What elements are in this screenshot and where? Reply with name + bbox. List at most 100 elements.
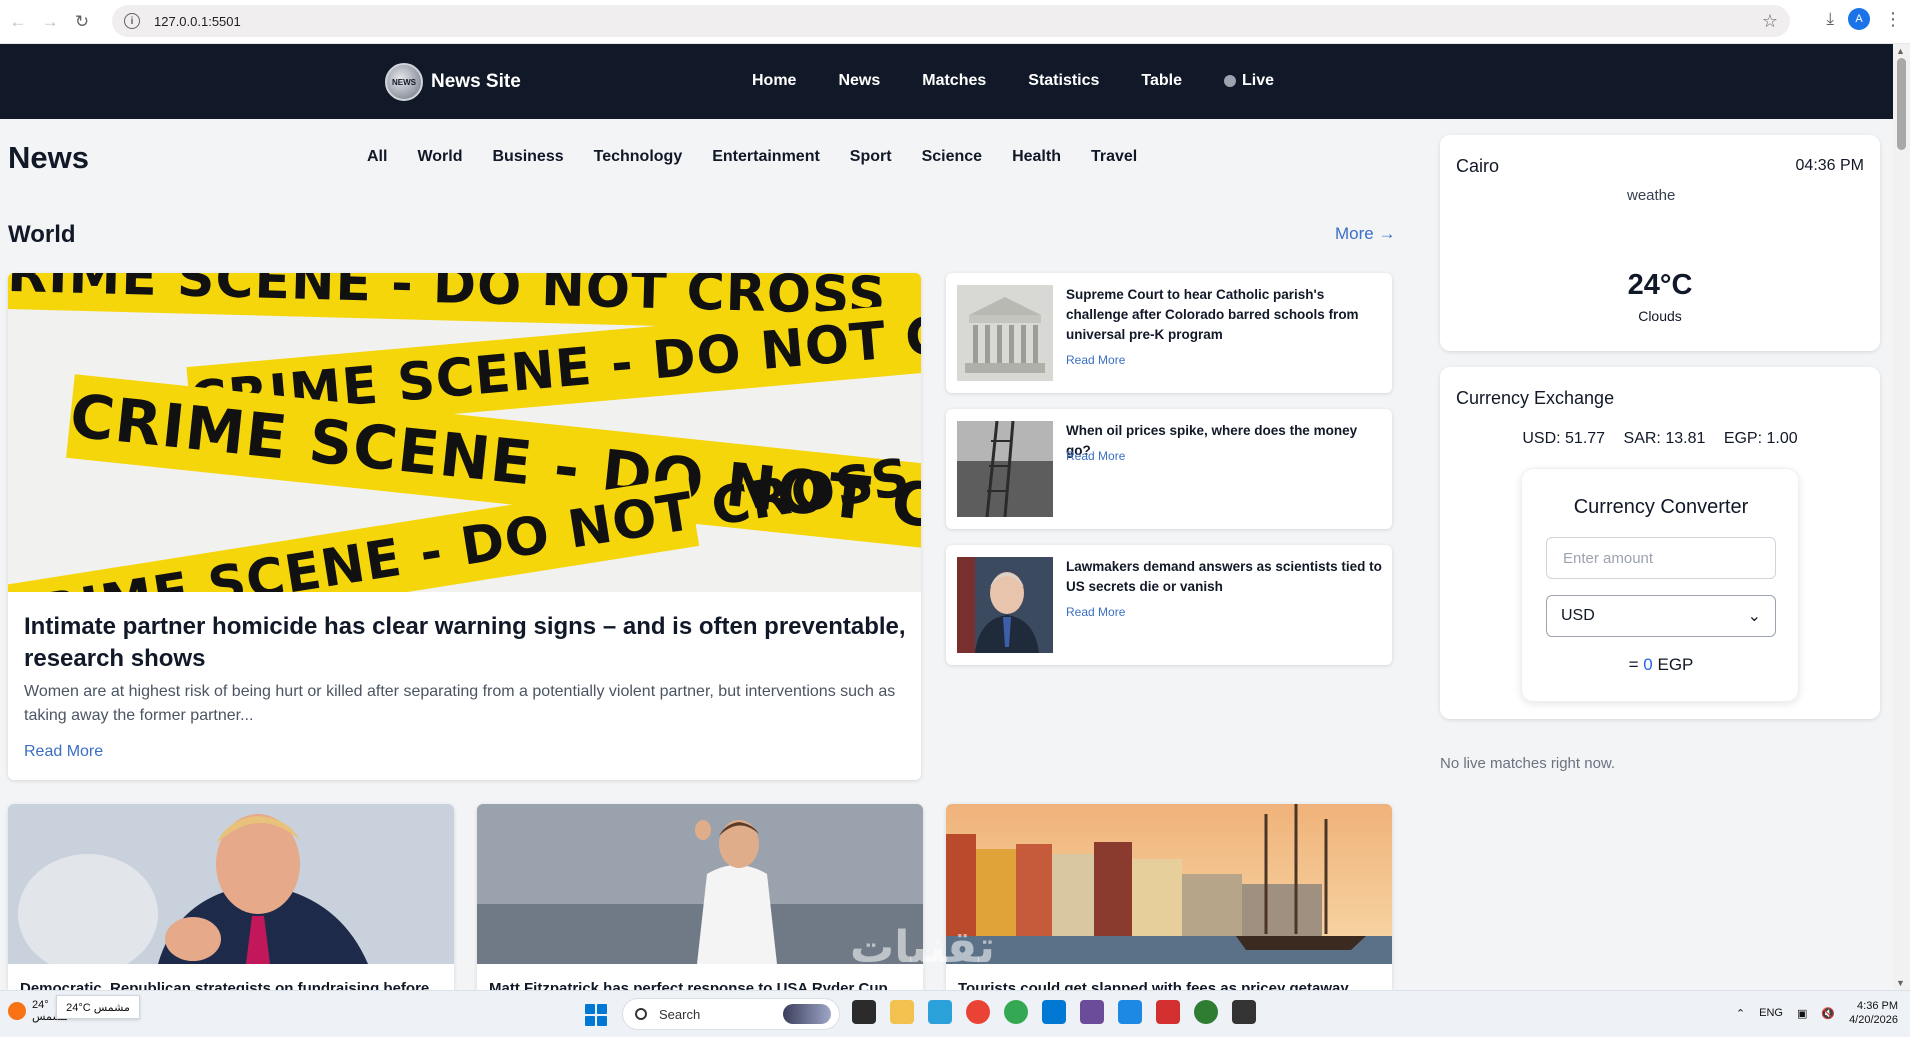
nav-home[interactable]: Home xyxy=(752,72,796,90)
category-science[interactable]: Science xyxy=(922,148,982,166)
weather-temperature: 24°C xyxy=(1627,269,1693,301)
taskbar-search[interactable]: Search xyxy=(622,998,840,1030)
article-title[interactable]: Tourists could get slapped with fees as … xyxy=(958,980,1388,990)
site-header: NEWS News Site Home News Matches Statist… xyxy=(0,44,1893,119)
side-article-title[interactable]: Lawmakers demand answers as scientists t… xyxy=(1066,557,1382,597)
more-link[interactable]: More → xyxy=(1335,224,1395,244)
nav-statistics[interactable]: Statistics xyxy=(1028,72,1099,90)
side-read-more-link[interactable]: Read More xyxy=(1066,353,1125,367)
chrome-profile-icon[interactable] xyxy=(1004,1000,1028,1024)
bookmark-star-icon[interactable]: ☆ xyxy=(1762,11,1778,32)
mongodb-icon[interactable] xyxy=(1194,1000,1218,1024)
file-explorer-icon[interactable] xyxy=(890,1000,914,1024)
category-sport[interactable]: Sport xyxy=(850,148,892,166)
address-bar[interactable]: i 127.0.0.1:5501 ☆ xyxy=(112,5,1790,37)
result-prefix: = xyxy=(1628,655,1639,674)
oil-prices-thumbnail xyxy=(957,421,1053,517)
currency-converter: Currency Converter USD ⌄ = 0 EGP xyxy=(1521,468,1799,702)
category-all[interactable]: All xyxy=(367,148,387,166)
scroll-up-icon[interactable]: ▲ xyxy=(1896,46,1905,56)
weather-tooltip: 24°C مشمس xyxy=(56,995,140,1019)
volume-muted-icon[interactable]: 🔇 xyxy=(1821,1007,1835,1020)
language-indicator[interactable]: ENG xyxy=(1759,1007,1783,1019)
brand[interactable]: NEWS News Site xyxy=(385,63,521,101)
category-world[interactable]: World xyxy=(417,148,462,166)
brand-name[interactable]: News Site xyxy=(431,71,521,93)
side-read-more-link[interactable]: Read More xyxy=(1066,449,1125,463)
forward-icon[interactable]: → xyxy=(36,8,64,36)
weather-time: 04:36 PM xyxy=(1795,157,1864,174)
crime-tape-strip: CRIME SCENE - DO NOT CROSS xyxy=(8,447,914,592)
article-card[interactable]: Democratic, Republican strategists on fu… xyxy=(8,804,454,990)
url-text[interactable]: 127.0.0.1:5501 xyxy=(154,14,241,29)
taskbar-search-label: Search xyxy=(659,1006,701,1022)
currency-select[interactable]: USD ⌄ xyxy=(1546,595,1776,637)
rate-egp: EGP: 1.00 xyxy=(1723,430,1798,447)
browser-menu-icon[interactable]: ⋮ xyxy=(1884,9,1902,30)
globe-logo-icon: NEWS xyxy=(385,63,423,101)
vscode-icon[interactable] xyxy=(1042,1000,1066,1024)
nav-news[interactable]: News xyxy=(838,72,880,90)
side-read-more-link[interactable]: Read More xyxy=(1066,605,1125,619)
archive-app-icon[interactable] xyxy=(1080,1000,1104,1024)
category-entertainment[interactable]: Entertainment xyxy=(712,148,820,166)
lawmakers-thumbnail xyxy=(957,557,1053,653)
nav-live-label: Live xyxy=(1242,72,1275,89)
article-image xyxy=(8,804,454,964)
featured-article-image[interactable]: CRIME SCENE - DO NOT CROSS CRIME SCENE -… xyxy=(8,273,921,592)
download-icon[interactable]: ⤓ xyxy=(1826,9,1834,29)
currency-select-value: USD xyxy=(1561,607,1595,624)
scrollbar-thumb[interactable] xyxy=(1897,58,1906,150)
task-view-icon[interactable] xyxy=(852,1000,876,1024)
amount-input[interactable] xyxy=(1546,537,1776,579)
category-health[interactable]: Health xyxy=(1012,148,1061,166)
weather-broken-image-icon: weathe xyxy=(1627,187,1676,204)
currency-rates: USD: 51.77 SAR: 13.81 EGP: 1.00 xyxy=(1440,430,1880,448)
network-icon[interactable]: ▣ xyxy=(1797,1007,1807,1020)
featured-article-card[interactable]: CRIME SCENE - DO NOT CROSS CRIME SCENE -… xyxy=(8,273,921,780)
site-info-icon[interactable]: i xyxy=(124,13,140,29)
nav-matches[interactable]: Matches xyxy=(922,72,986,90)
category-travel[interactable]: Travel xyxy=(1091,148,1137,166)
reload-icon[interactable]: ↻ xyxy=(68,8,96,36)
taskbar-clock[interactable]: 4:36 PM 4/20/2026 xyxy=(1849,999,1898,1027)
chevron-down-icon: ⌄ xyxy=(1747,608,1761,625)
side-article-card[interactable]: Lawmakers demand answers as scientists t… xyxy=(946,545,1392,665)
side-article-card[interactable]: When oil prices spike, where does the mo… xyxy=(946,409,1392,529)
page-scrollbar[interactable]: ▲ ▼ xyxy=(1893,44,1910,990)
side-article-title[interactable]: Supreme Court to hear Catholic parish's … xyxy=(1066,285,1382,345)
article-card[interactable]: Tourists could get slapped with fees as … xyxy=(946,804,1392,990)
featured-read-more-link[interactable]: Read More xyxy=(24,743,103,761)
profile-avatar[interactable]: A xyxy=(1848,8,1870,30)
watermark: تقنيات xyxy=(850,922,995,973)
featured-article-title[interactable]: Intimate partner homicide has clear warn… xyxy=(24,611,909,675)
browser-toolbar: ← → ↻ i 127.0.0.1:5501 ☆ ⤓ A ⋮ xyxy=(0,0,1910,44)
supreme-court-thumbnail xyxy=(957,285,1053,381)
article-title[interactable]: Matt Fitzpatrick has perfect response to… xyxy=(489,980,919,990)
windows-start-icon[interactable] xyxy=(585,1004,607,1026)
main-nav: Home News Matches Statistics Table Live xyxy=(752,72,1316,90)
nav-live[interactable]: Live xyxy=(1224,72,1274,90)
scroll-down-icon[interactable]: ▼ xyxy=(1896,978,1905,988)
tray-chevron-up-icon[interactable]: ⌃ xyxy=(1736,1007,1745,1020)
weather-condition: Clouds xyxy=(1638,308,1682,324)
page-title: News xyxy=(8,140,89,175)
editor-app-icon[interactable] xyxy=(1118,1000,1142,1024)
live-matches-message: No live matches right now. xyxy=(1440,755,1616,772)
nav-table[interactable]: Table xyxy=(1141,72,1182,90)
category-business[interactable]: Business xyxy=(492,148,563,166)
pdf-reader-icon[interactable] xyxy=(1156,1000,1180,1024)
clock-date: 4/20/2026 xyxy=(1849,1014,1898,1026)
rate-sar: SAR: 13.81 xyxy=(1623,430,1706,447)
weather-widget: Cairo 04:36 PM weathe 24°C Clouds xyxy=(1440,135,1880,351)
article-title[interactable]: Democratic, Republican strategists on fu… xyxy=(20,980,450,990)
category-technology[interactable]: Technology xyxy=(594,148,683,166)
result-value: 0 xyxy=(1643,655,1653,674)
terminal-icon[interactable] xyxy=(1232,1000,1256,1024)
chrome-icon[interactable] xyxy=(966,1000,990,1024)
back-icon[interactable]: ← xyxy=(4,8,32,36)
weather-city: Cairo xyxy=(1456,156,1500,176)
rate-usd: USD: 51.77 xyxy=(1522,430,1606,447)
store-app-icon[interactable] xyxy=(928,1000,952,1024)
side-article-card[interactable]: Supreme Court to hear Catholic parish's … xyxy=(946,273,1392,393)
